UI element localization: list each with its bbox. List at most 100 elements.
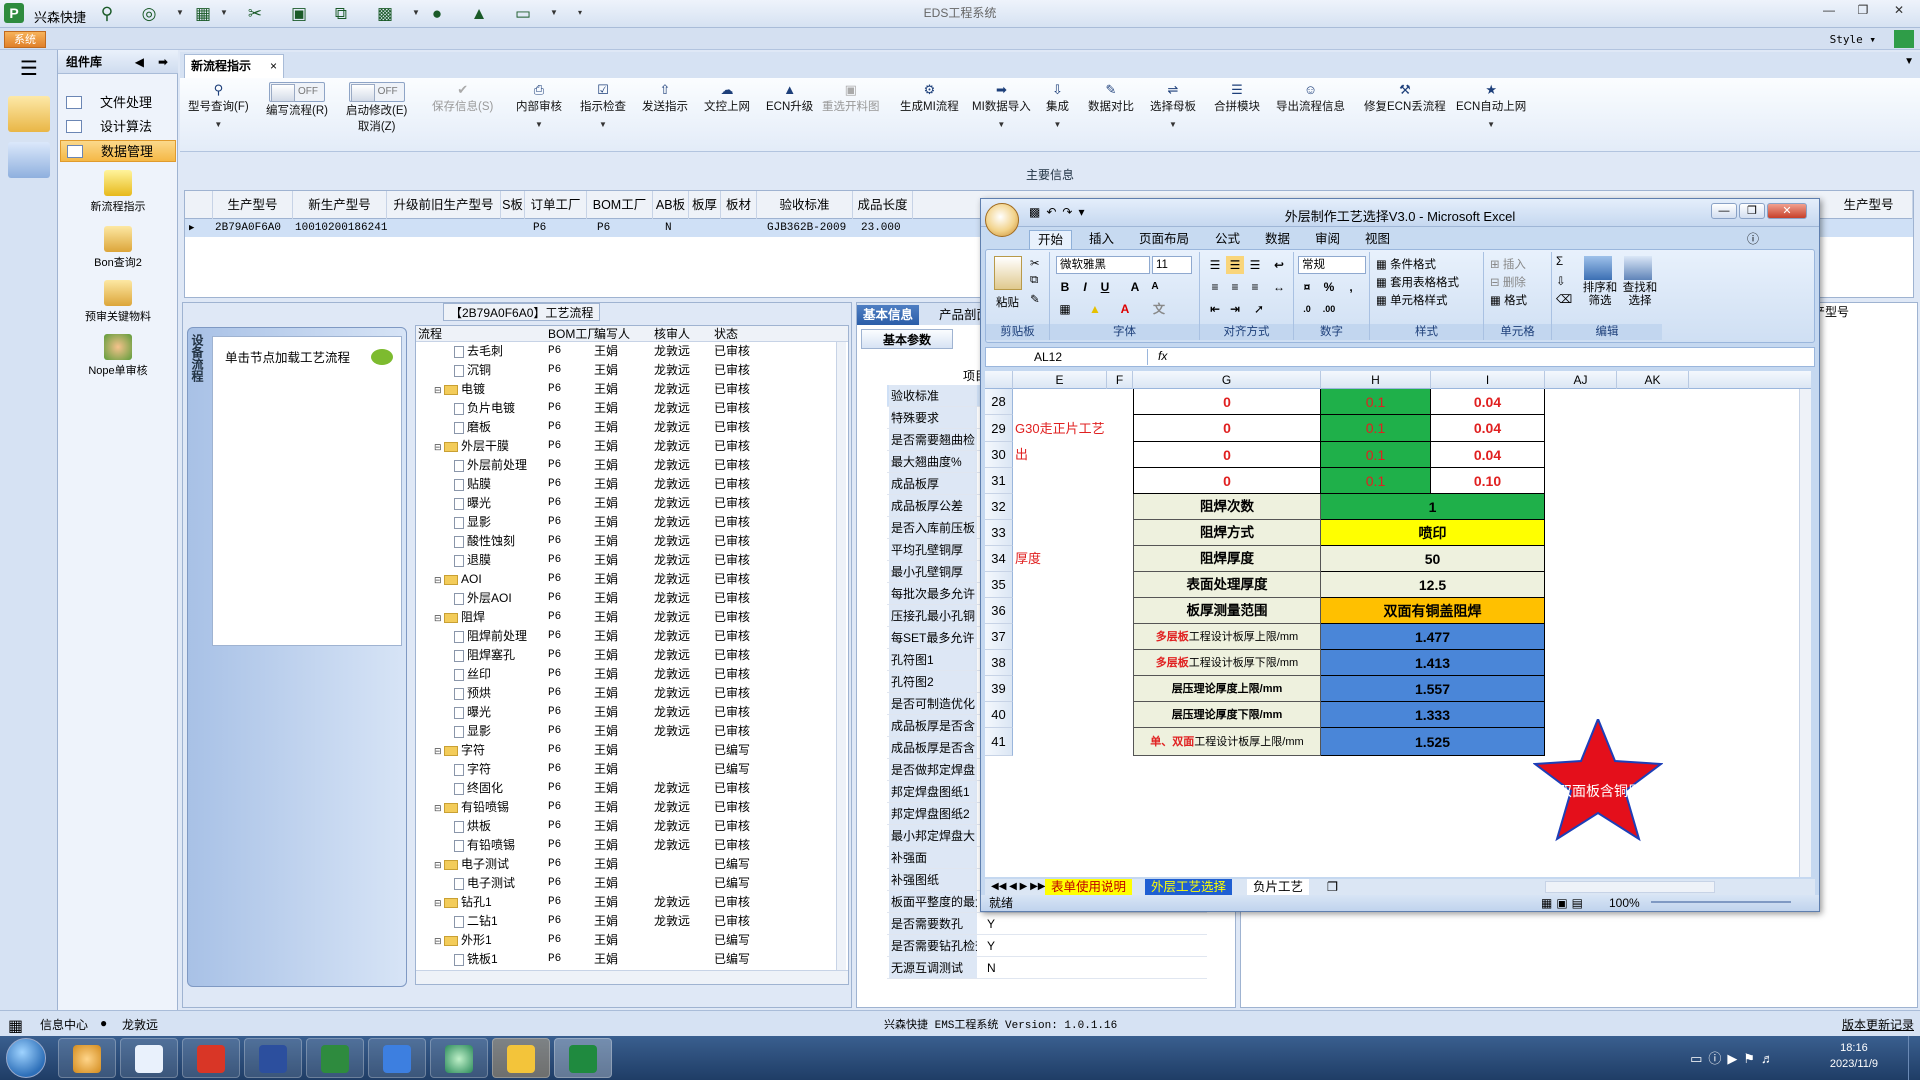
column-header[interactable]: H — [1321, 371, 1431, 389]
system-menu-button[interactable]: 系统 — [4, 31, 46, 48]
cell-value[interactable]: 1.333 — [1321, 702, 1545, 728]
reselect-cutting-button[interactable]: ▣ 重选开料图 — [822, 82, 880, 114]
collapse-icon[interactable]: ⊟ — [434, 803, 444, 813]
cell-label[interactable]: 阻焊次数 — [1133, 494, 1321, 520]
tree-row[interactable]: 磨板 P6 王娟 龙敦远 已审核 — [416, 418, 848, 437]
collapse-icon[interactable]: ⊟ — [434, 936, 444, 946]
collapse-icon[interactable]: ⊟ — [434, 442, 444, 452]
cell-value[interactable]: 0.1 — [1321, 389, 1431, 415]
tree-row[interactable]: ⊟ 电镀 P6 王娟 龙敦远 已审核 — [416, 380, 848, 399]
cell-label[interactable]: 0 — [1133, 442, 1321, 468]
cell-label[interactable]: 阻焊厚度 — [1133, 546, 1321, 572]
autosum-icon[interactable]: Σ — [1556, 256, 1563, 268]
border-icon[interactable]: ▦ — [1056, 300, 1074, 318]
cell-label[interactable]: 层压理论厚度下限/mm — [1133, 702, 1321, 728]
tree-row[interactable]: 去毛刺 P6 王娟 龙敦远 已审核 — [416, 342, 848, 361]
send-instruction-button[interactable]: ⇧ 发送指示 — [642, 82, 688, 114]
merge-module-button[interactable]: ☰ 合拼模块 — [1214, 82, 1260, 114]
cell-value[interactable]: 喷印 — [1321, 520, 1545, 546]
ribbon-tab-view[interactable]: 视图 — [1357, 230, 1398, 249]
cell-value[interactable]: 0.04 — [1431, 442, 1545, 468]
tree-row[interactable]: 曝光 P6 王娟 龙敦远 已审核 — [416, 703, 848, 722]
row-header[interactable]: 41 — [985, 728, 1013, 756]
formula-input[interactable] — [1176, 349, 1806, 365]
orientation-icon[interactable]: ➚ — [1250, 300, 1268, 318]
taskbar-x-app[interactable] — [492, 1038, 550, 1078]
model-query-button[interactable]: ⚲ 型号查询(F) ▼ — [188, 82, 249, 129]
underline-button[interactable]: U — [1096, 278, 1114, 296]
sheet-tab-outer-process[interactable]: 外层工艺选择 — [1145, 879, 1233, 895]
wrap-text-icon[interactable]: ↩ — [1270, 256, 1288, 274]
tree-row[interactable]: 酸性蚀刻 P6 王娟 龙敦远 已审核 — [416, 532, 848, 551]
export-process-button[interactable]: ☺ 导出流程信息 — [1276, 82, 1345, 114]
tree-row[interactable]: 预烘 P6 王娟 龙敦远 已审核 — [416, 684, 848, 703]
taskbar-shell-app[interactable] — [58, 1038, 116, 1078]
clear-icon[interactable]: ⌫ — [1556, 292, 1572, 306]
tree-row[interactable]: 烘板 P6 王娟 龙敦远 已审核 — [416, 817, 848, 836]
copy-icon[interactable]: ⧉ — [1030, 274, 1038, 287]
excel-vscrollbar[interactable] — [1799, 389, 1811, 877]
cell-value[interactable]: 1.477 — [1321, 624, 1545, 650]
style-menu[interactable]: Style ▾ — [1830, 33, 1876, 46]
tab-basic-info[interactable]: 基本信息 — [857, 305, 920, 325]
tree-row[interactable]: 显影 P6 王娟 龙敦远 已审核 — [416, 722, 848, 741]
cell-label[interactable]: 0 — [1133, 415, 1321, 442]
tree-row[interactable]: ⊟ 电子测试 P6 王娟 已编写 — [416, 855, 848, 874]
excel-minimize-button[interactable]: — — [1711, 203, 1737, 219]
column-header[interactable]: E — [1013, 371, 1107, 389]
bon-query-item[interactable]: Bon查询2 — [58, 226, 178, 270]
excel-hscrollbar[interactable] — [1545, 881, 1715, 893]
cell-label[interactable]: 阻焊方式 — [1133, 520, 1321, 546]
row-header[interactable]: 31 — [985, 468, 1013, 494]
tree-row[interactable]: 阻焊前处理 P6 王娟 龙敦远 已审核 — [416, 627, 848, 646]
show-desktop-button[interactable] — [1908, 1036, 1920, 1080]
font-size-select[interactable]: 11 — [1152, 256, 1192, 274]
tree-row[interactable]: ⊟ 字符 P6 王娟 已编写 — [416, 741, 848, 760]
cell-value[interactable]: 12.5 — [1321, 572, 1545, 598]
ribbon-tab-formula[interactable]: 公式 — [1207, 230, 1248, 249]
sheet-tab-negative-process[interactable]: 负片工艺 — [1247, 879, 1310, 895]
ribbon-tab-review[interactable]: 审阅 — [1307, 230, 1348, 249]
cell-value[interactable]: 1.525 — [1321, 728, 1545, 756]
italic-button[interactable]: I — [1076, 278, 1094, 296]
collapse-icon[interactable]: ⊟ — [434, 575, 444, 585]
tree-row[interactable]: 二钻1 P6 王娟 龙敦远 已审核 — [416, 912, 848, 931]
taskbar-pointer[interactable] — [368, 1038, 426, 1078]
cell-styles-button[interactable]: ▦ 单元格样式 — [1376, 292, 1448, 308]
grow-font-button[interactable]: A — [1126, 278, 1144, 296]
tree-row[interactable]: ⊟ 阻焊 P6 王娟 龙敦远 已审核 — [416, 608, 848, 627]
ecn-auto-online-button[interactable]: ★ ECN自动上网 ▼ — [1456, 82, 1526, 129]
row-header[interactable]: 38 — [985, 650, 1013, 676]
cell-value[interactable]: 双面有铜盖阻焊 — [1321, 598, 1545, 624]
tab-new-process[interactable]: 新流程指示 × — [184, 54, 284, 78]
column-header[interactable]: I — [1431, 371, 1545, 389]
shrink-font-button[interactable]: A — [1146, 278, 1164, 296]
repair-ecn-button[interactable]: ⚒ 修复ECN丢流程 — [1364, 82, 1446, 114]
taskbar-notepad[interactable] — [120, 1038, 178, 1078]
cell-note[interactable]: 出 — [1015, 442, 1028, 468]
excel-restore-button[interactable]: ❐ — [1739, 203, 1765, 219]
tree-row[interactable]: 外层AOI P6 王娟 龙敦远 已审核 — [416, 589, 848, 608]
start-button[interactable] — [6, 1038, 46, 1078]
close-icon[interactable]: × — [270, 55, 277, 77]
taskbar-eds[interactable] — [306, 1038, 364, 1078]
collapse-icon[interactable]: ⊟ — [434, 860, 444, 870]
tree-scrollbar[interactable] — [836, 342, 846, 972]
align-left-icon[interactable]: ≡ — [1206, 278, 1224, 296]
tree-row[interactable]: 沉铜 P6 王娟 龙敦远 已审核 — [416, 361, 848, 380]
cut-icon[interactable]: ✂ — [1030, 256, 1040, 270]
new-process-instruction-item[interactable]: 新流程指示 — [58, 170, 178, 214]
column-header[interactable]: AK — [1617, 371, 1689, 389]
help-icon[interactable]: ⓘ — [1747, 230, 1759, 247]
zoom-level[interactable]: 100% — [1609, 895, 1640, 911]
insert-sheet-icon[interactable]: ❐ — [1321, 879, 1344, 895]
cell-label[interactable]: 多层板工程设计板厚下限/mm — [1133, 650, 1321, 676]
row-header[interactable]: 39 — [985, 676, 1013, 702]
tree-row[interactable]: 丝印 P6 王娟 龙敦远 已审核 — [416, 665, 848, 684]
tray-icons[interactable]: ▭ⓘ▶⚑♬ — [1690, 1048, 1780, 1067]
nope-audit-item[interactable]: Nope单审核 — [58, 334, 178, 378]
tree-row[interactable]: 退膜 P6 王娟 龙敦远 已审核 — [416, 551, 848, 570]
find-select-button[interactable]: 查找和选择 — [1620, 282, 1660, 308]
collapse-icon[interactable]: ⊟ — [434, 613, 444, 623]
write-process-toggle[interactable]: OFF 编写流程(R) — [266, 82, 328, 118]
